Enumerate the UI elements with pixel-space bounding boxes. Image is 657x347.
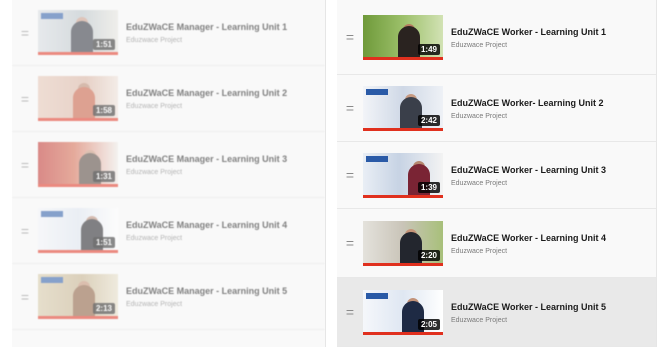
channel-name[interactable]: Eduzwace Project (126, 103, 287, 110)
video-thumbnail[interactable]: 2:13 (38, 274, 118, 319)
playlist-item-active[interactable]: = 2:05 EduZWaCE Worker - Learning Unit 5… (337, 278, 656, 347)
drag-handle-icon[interactable]: = (12, 26, 38, 40)
video-title[interactable]: EduZWaCE Manager - Learning Unit 2 (126, 87, 287, 99)
video-thumbnail[interactable]: 1:51 (38, 10, 118, 55)
video-title[interactable]: EduZWaCE Worker- Learning Unit 2 (451, 97, 604, 109)
duration-badge: 1:49 (417, 43, 440, 55)
duration-badge: 2:05 (417, 318, 440, 330)
duration-badge: 1:51 (92, 39, 115, 50)
drag-handle-icon[interactable]: = (337, 30, 363, 44)
duration-badge: 2:20 (417, 249, 440, 261)
channel-name[interactable]: Eduzwace Project (126, 169, 287, 176)
duration-badge: 2:42 (417, 114, 440, 126)
manager-playlist-panel: = 1:51 EduZWaCE Manager - Learning Unit … (12, 0, 326, 347)
duration-badge: 1:58 (92, 105, 115, 116)
channel-name[interactable]: Eduzwace Project (451, 113, 604, 120)
drag-handle-icon[interactable]: = (337, 305, 363, 319)
video-title[interactable]: EduZWaCE Worker - Learning Unit 5 (451, 301, 606, 313)
video-title[interactable]: EduZWaCE Worker - Learning Unit 1 (451, 26, 606, 38)
video-title[interactable]: EduZWaCE Worker - Learning Unit 3 (451, 164, 606, 176)
video-title[interactable]: EduZWaCE Manager - Learning Unit 1 (126, 21, 287, 33)
duration-badge: 1:31 (92, 171, 115, 182)
channel-name[interactable]: Eduzwace Project (451, 42, 606, 49)
drag-handle-icon[interactable]: = (12, 92, 38, 106)
playlist-item[interactable]: = 1:39 EduZWaCE Worker - Learning Unit 3… (337, 142, 656, 209)
duration-badge: 1:39 (417, 181, 440, 193)
playlist-item[interactable]: = 1:51 EduZWaCE Manager - Learning Unit … (12, 198, 325, 264)
video-title[interactable]: EduZWaCE Manager - Learning Unit 5 (126, 285, 287, 297)
video-title[interactable]: EduZWaCE Manager - Learning Unit 3 (126, 153, 287, 165)
video-title[interactable]: EduZWaCE Worker - Learning Unit 4 (451, 232, 606, 244)
worker-playlist-panel: = 1:49 EduZWaCE Worker - Learning Unit 1… (337, 0, 657, 347)
playlist-item[interactable]: = 1:31 EduZWaCE Manager - Learning Unit … (12, 132, 325, 198)
duration-badge: 2:13 (92, 303, 115, 314)
video-title[interactable]: EduZWaCE Manager - Learning Unit 4 (126, 219, 287, 231)
playlist-item[interactable]: = 2:13 EduZWaCE Manager - Learning Unit … (12, 264, 325, 330)
playlist-item[interactable]: = 1:58 EduZWaCE Manager - Learning Unit … (12, 66, 325, 132)
video-thumbnail[interactable]: 1:49 (363, 14, 443, 60)
video-thumbnail[interactable]: 2:05 (363, 289, 443, 335)
video-thumbnail[interactable]: 1:58 (38, 76, 118, 121)
channel-name[interactable]: Eduzwace Project (451, 180, 606, 187)
video-thumbnail[interactable]: 2:20 (363, 220, 443, 266)
channel-name[interactable]: Eduzwace Project (126, 37, 287, 44)
playlist-item[interactable]: = 1:51 EduZWaCE Manager - Learning Unit … (12, 0, 325, 66)
duration-badge: 1:51 (92, 237, 115, 248)
playlist-item[interactable]: = 2:42 EduZWaCE Worker- Learning Unit 2 … (337, 75, 656, 142)
drag-handle-icon[interactable]: = (337, 168, 363, 182)
video-thumbnail[interactable]: 1:31 (38, 142, 118, 187)
channel-name[interactable]: Eduzwace Project (451, 317, 606, 324)
playlist-item[interactable]: = 2:20 EduZWaCE Worker - Learning Unit 4… (337, 209, 656, 278)
video-thumbnail[interactable]: 1:39 (363, 152, 443, 198)
channel-name[interactable]: Eduzwace Project (126, 235, 287, 242)
channel-name[interactable]: Eduzwace Project (126, 301, 287, 308)
drag-handle-icon[interactable]: = (337, 101, 363, 115)
drag-handle-icon[interactable]: = (12, 158, 38, 172)
channel-name[interactable]: Eduzwace Project (451, 248, 606, 255)
video-thumbnail[interactable]: 1:51 (38, 208, 118, 253)
drag-handle-icon[interactable]: = (12, 224, 38, 238)
drag-handle-icon[interactable]: = (12, 290, 38, 304)
video-thumbnail[interactable]: 2:42 (363, 85, 443, 131)
playlist-item[interactable]: = 1:49 EduZWaCE Worker - Learning Unit 1… (337, 0, 656, 75)
drag-handle-icon[interactable]: = (337, 236, 363, 250)
